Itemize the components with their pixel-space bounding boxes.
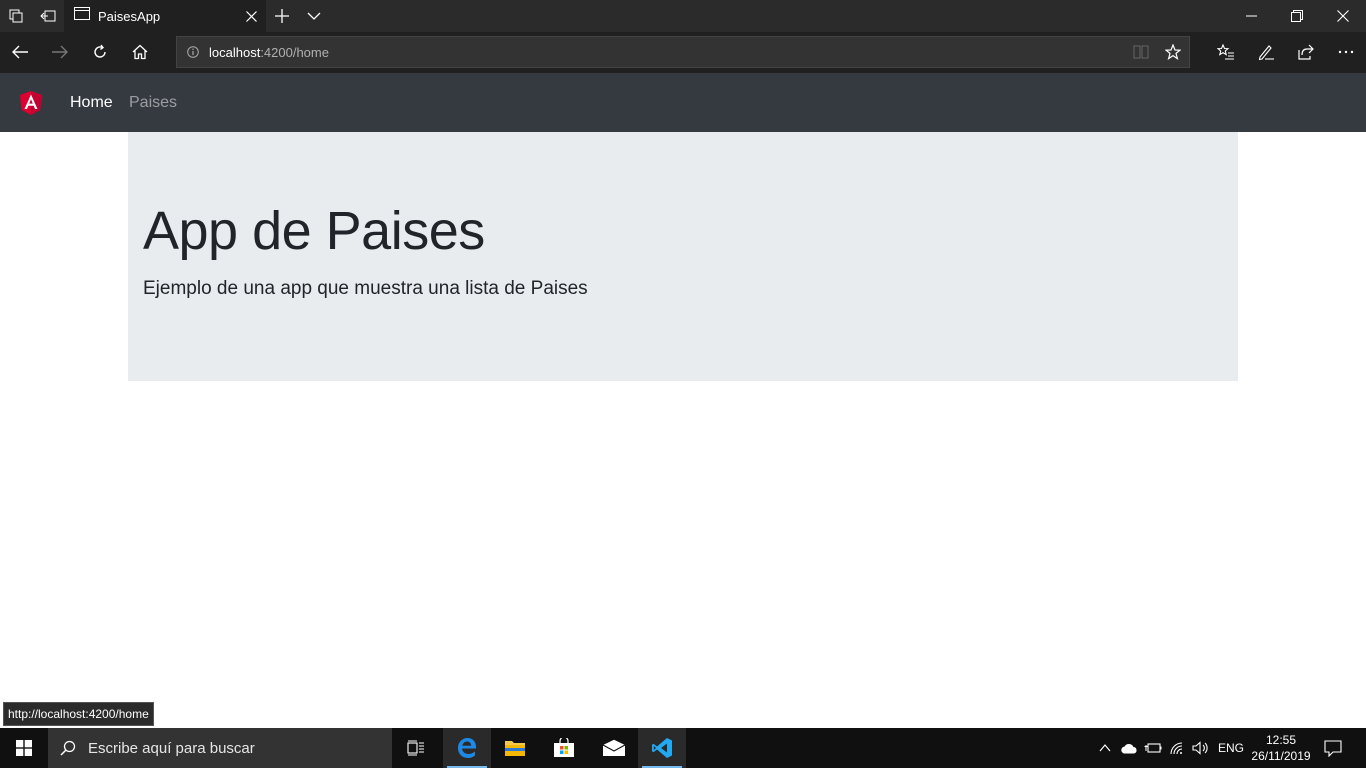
nav-link-home[interactable]: Home <box>70 94 113 112</box>
action-center-notification-icon[interactable] <box>1318 728 1348 768</box>
forward-arrow-icon[interactable] <box>40 32 80 72</box>
close-tab-icon[interactable] <box>236 0 266 32</box>
address-bar[interactable]: localhost:4200/home <box>176 36 1190 68</box>
system-clock[interactable]: 12:55 26/11/2019 <box>1248 728 1314 768</box>
more-options-icon[interactable] <box>1326 32 1366 72</box>
jumbotron: App de Paises Ejemplo de una app que mue… <box>128 132 1238 381</box>
input-language-indicator[interactable]: ENG <box>1214 728 1248 768</box>
file-explorer-icon[interactable] <box>491 728 539 768</box>
browser-tab-bar: PaisesApp <box>0 0 1366 32</box>
task-view-icon[interactable] <box>392 728 440 768</box>
microsoft-store-icon[interactable] <box>540 728 588 768</box>
taskbar-search-box[interactable]: Escribe aquí para buscar <box>48 728 392 768</box>
page-title: App de Paises <box>143 201 485 261</box>
tab-title: PaisesApp <box>98 8 161 24</box>
web-note-pen-icon[interactable] <box>1246 32 1286 72</box>
page-icon <box>74 7 90 25</box>
battery-charging-icon[interactable] <box>1142 728 1164 768</box>
restore-icon[interactable] <box>1274 0 1320 32</box>
windows-start-icon[interactable] <box>0 728 48 768</box>
angular-logo-icon[interactable] <box>18 90 44 116</box>
lead-text: Ejemplo de una app que muestra una lista… <box>143 278 588 299</box>
clock-time: 12:55 <box>1265 733 1297 747</box>
search-placeholder: Escribe aquí para buscar <box>88 739 255 757</box>
refresh-icon[interactable] <box>80 32 120 72</box>
site-info-icon[interactable] <box>177 46 209 58</box>
url-host: localhost <box>209 44 261 60</box>
tabs-aside-icon[interactable] <box>0 0 32 32</box>
search-icon <box>48 740 88 756</box>
reading-view-icon[interactable] <box>1125 37 1157 67</box>
minimize-icon[interactable] <box>1228 0 1274 32</box>
mail-icon[interactable] <box>590 728 638 768</box>
favorites-hub-icon[interactable] <box>1206 32 1246 72</box>
new-tab-icon[interactable] <box>266 0 298 32</box>
share-icon[interactable] <box>1286 32 1326 72</box>
browser-toolbar: localhost:4200/home <box>0 32 1366 73</box>
url-path: :4200/home <box>260 44 329 60</box>
nav-link-paises[interactable]: Paises <box>129 94 177 112</box>
set-aside-tabs-icon[interactable] <box>32 0 64 32</box>
clock-date: 26/11/2019 <box>1251 749 1311 763</box>
link-status-tooltip: http://localhost:4200/home <box>3 702 154 726</box>
app-navbar: Home Paises <box>0 73 1366 132</box>
volume-speaker-icon[interactable] <box>1190 728 1212 768</box>
back-arrow-icon[interactable] <box>0 32 40 72</box>
close-window-icon[interactable] <box>1320 0 1366 32</box>
show-hidden-icons-chevron-up-icon[interactable] <box>1094 728 1116 768</box>
wifi-icon[interactable] <box>1166 728 1190 768</box>
favorite-star-icon[interactable] <box>1157 37 1189 67</box>
home-icon[interactable] <box>120 32 160 72</box>
active-tab[interactable]: PaisesApp <box>64 0 266 32</box>
vscode-icon[interactable] <box>638 728 686 768</box>
tab-preview-chevron-down-icon[interactable] <box>298 0 330 32</box>
url-text[interactable]: localhost:4200/home <box>209 45 1125 60</box>
windows-taskbar: Escribe aquí para buscar ENG 12:55 26/11… <box>0 728 1366 768</box>
onedrive-cloud-icon[interactable] <box>1118 728 1140 768</box>
edge-browser-icon[interactable] <box>443 728 491 768</box>
